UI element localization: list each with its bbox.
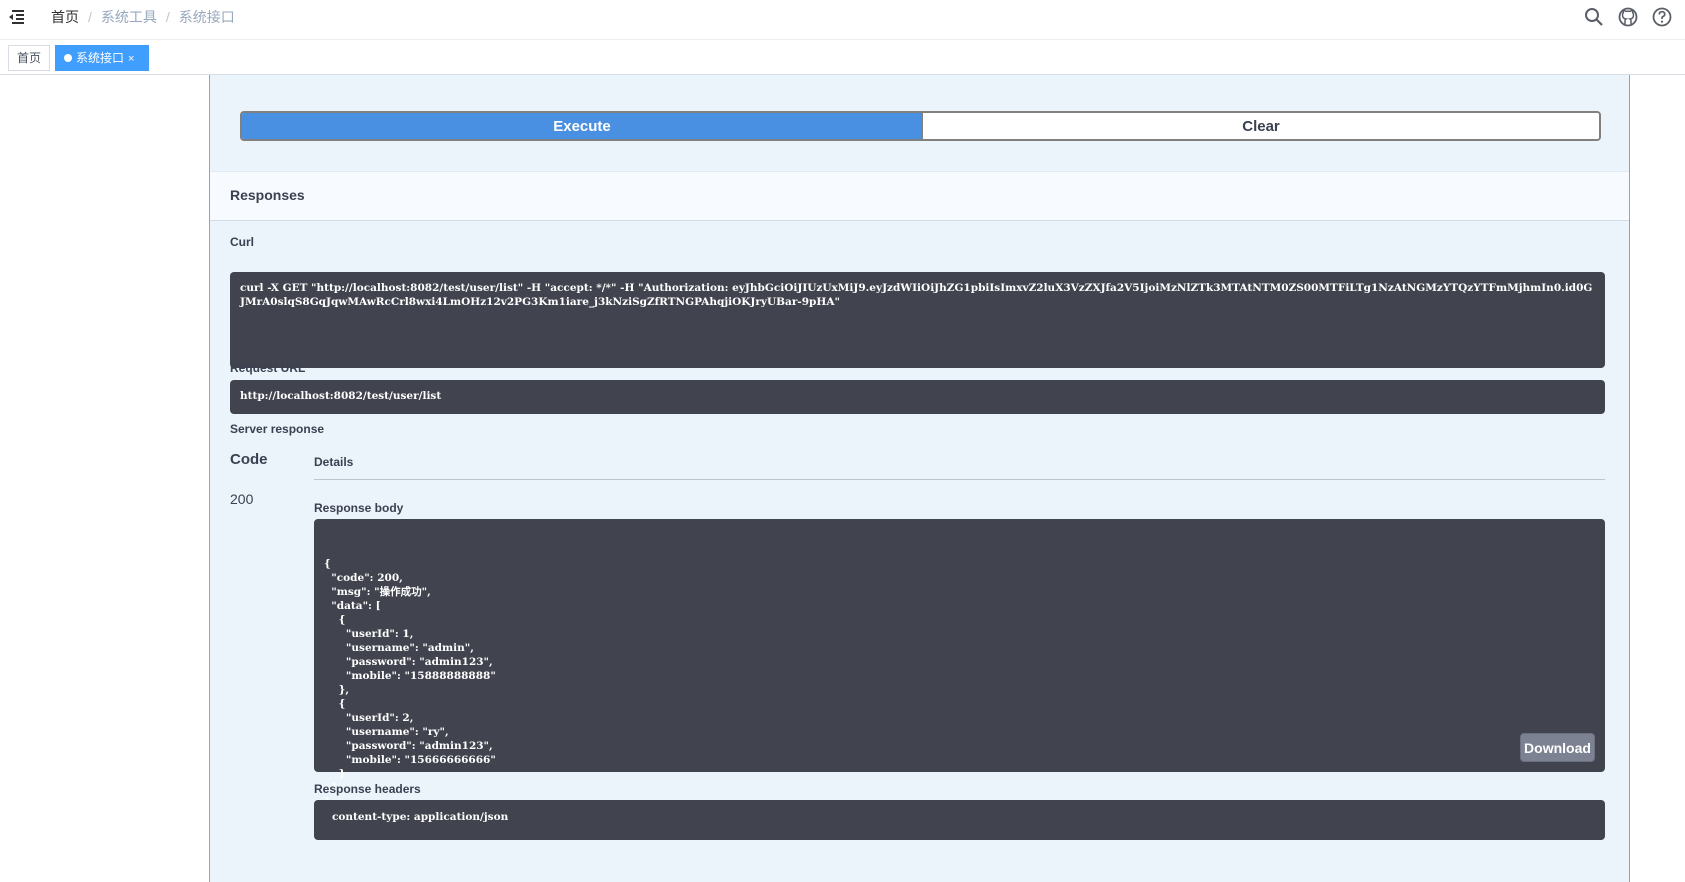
tag-system-api-label: 系统接口 — [76, 51, 125, 65]
curl-label: Curl — [230, 235, 254, 249]
server-response-label: Server response — [230, 422, 325, 436]
breadcrumb-system-tools[interactable]: 系统工具 — [101, 7, 157, 27]
response-body-label: Response body — [314, 501, 404, 515]
navbar-right — [1583, 6, 1685, 28]
responses-header: Responses — [210, 171, 1629, 221]
response-headers: content-type: application/json — [314, 800, 1605, 840]
github-icon[interactable] — [1617, 6, 1639, 28]
responses-title: Responses — [230, 187, 305, 203]
close-icon[interactable]: × — [128, 47, 134, 71]
tag-system-api[interactable]: 系统接口 × — [55, 45, 149, 71]
status-code: 200 — [230, 491, 254, 507]
operation-block: Execute Clear Responses Curl curl -X GET… — [209, 75, 1630, 882]
breadcrumb-separator: / — [88, 9, 92, 25]
active-dot-icon — [64, 54, 72, 62]
main-content: Execute Clear Responses Curl curl -X GET… — [0, 75, 1685, 882]
request-url-label: Request URL — [230, 361, 306, 375]
curl-code: curl -X GET "http://localhost:8082/test/… — [230, 272, 1605, 368]
tags-view: 首页 系统接口 × — [0, 40, 1685, 75]
search-icon[interactable] — [1583, 6, 1605, 28]
help-icon[interactable] — [1651, 6, 1673, 28]
download-button[interactable]: Download — [1520, 733, 1595, 762]
clear-button[interactable]: Clear — [922, 113, 1599, 139]
tag-home-label: 首页 — [17, 51, 42, 65]
response-body: { "code": 200, "msg": "操作成功", "data": [ … — [314, 519, 1605, 808]
hamburger-icon[interactable] — [8, 8, 28, 26]
breadcrumb-system-api: 系统接口 — [178, 9, 235, 25]
response-body-text: { "code": 200, "msg": "操作成功", "data": [ … — [324, 558, 496, 808]
navbar: 首页 / 系统工具 / 系统接口 — [0, 0, 1685, 40]
request-url-code: http://localhost:8082/test/user/list — [230, 380, 1605, 414]
response-headers-label: Response headers — [314, 782, 421, 796]
details-column-header: Details — [314, 455, 354, 469]
table-divider — [314, 479, 1605, 480]
execute-wrapper: Execute Clear — [240, 111, 1601, 141]
execute-button[interactable]: Execute — [242, 113, 922, 139]
code-column-header: Code — [230, 451, 268, 468]
breadcrumb-separator: / — [165, 9, 170, 25]
tag-home[interactable]: 首页 — [8, 45, 50, 71]
breadcrumb-home[interactable]: 首页 — [51, 7, 79, 27]
breadcrumb: 首页 / 系统工具 / 系统接口 — [51, 7, 235, 27]
